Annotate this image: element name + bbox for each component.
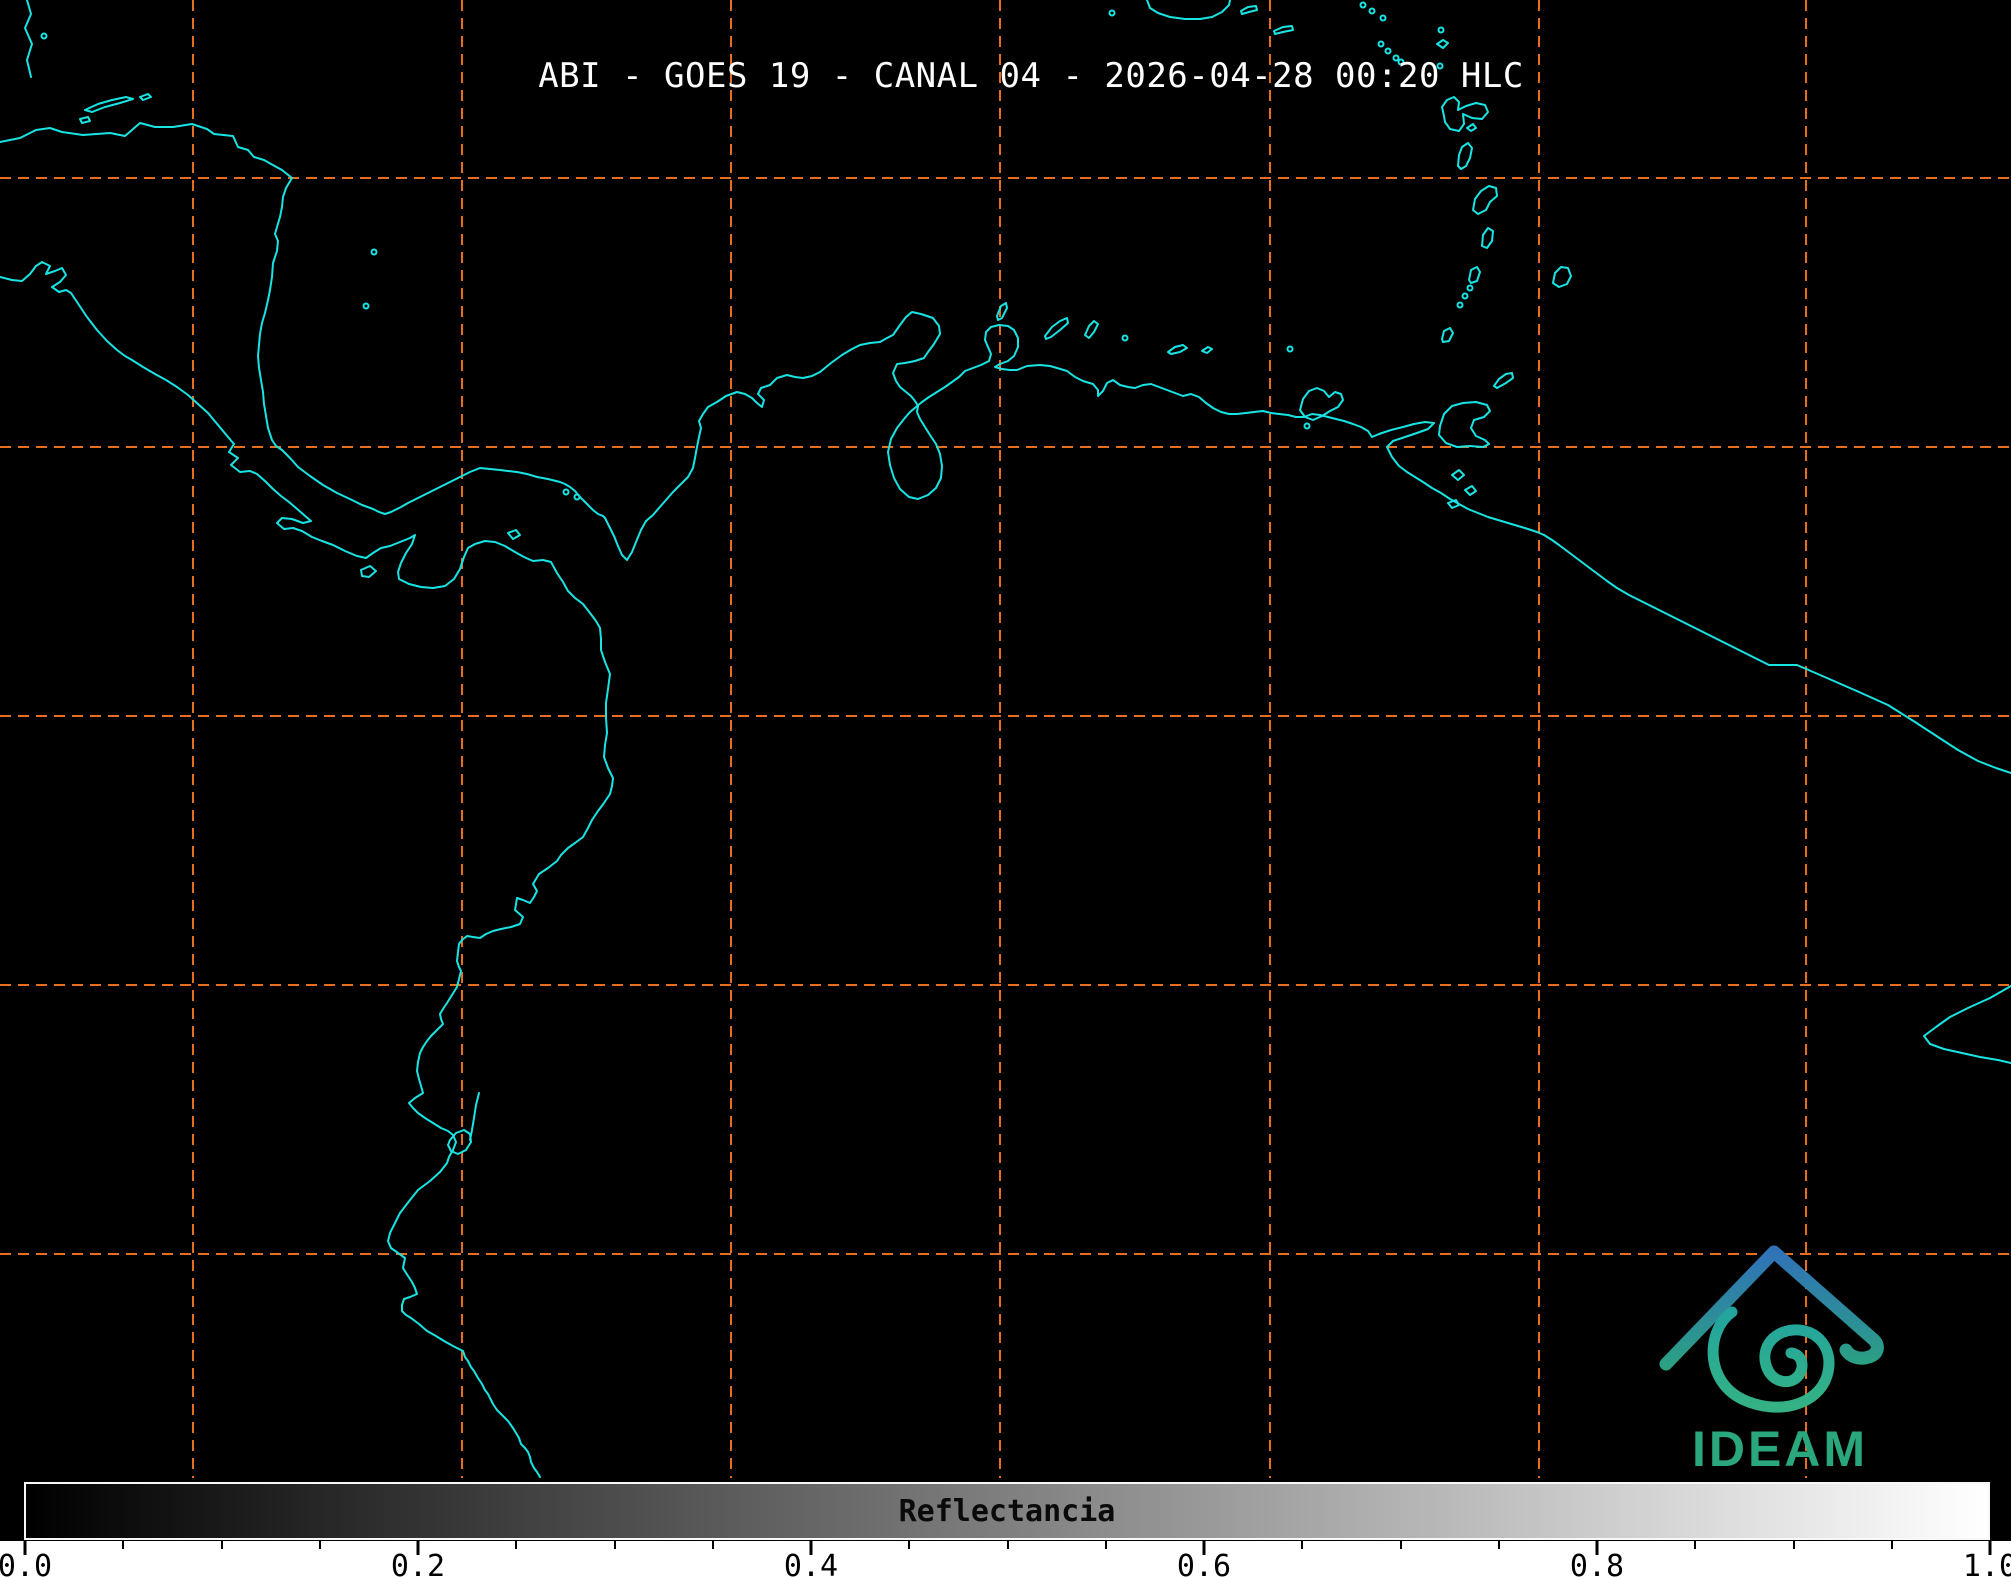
colorbar-tick xyxy=(613,1541,616,1549)
islet xyxy=(573,493,581,501)
coiba-island xyxy=(360,565,377,578)
islet xyxy=(40,32,48,40)
utila-island xyxy=(79,116,91,124)
colorbar-tick-label: 1.0 xyxy=(1962,1549,2011,1577)
colorbar-tick xyxy=(220,1541,223,1549)
la-orchila xyxy=(1201,346,1213,354)
islet xyxy=(1384,47,1392,55)
guayaquil-spit xyxy=(469,1092,480,1141)
colorbar-tick xyxy=(908,1541,911,1549)
colorbar-tick xyxy=(1006,1541,1009,1549)
islet xyxy=(1359,1,1367,9)
barbados-island xyxy=(1552,266,1572,288)
islet xyxy=(1368,7,1376,15)
belize-coast xyxy=(24,0,33,78)
aruba-island xyxy=(996,302,1008,321)
islet xyxy=(1456,301,1464,309)
colorbar-tick xyxy=(711,1541,714,1549)
antigua-island xyxy=(1436,39,1449,49)
tobago-island xyxy=(1493,372,1514,389)
islet xyxy=(370,248,378,256)
colorbar-tick xyxy=(1301,1541,1304,1549)
colorbar-tick xyxy=(1694,1541,1697,1549)
colorbar-tick xyxy=(1104,1541,1107,1549)
st-vincent-island xyxy=(1468,266,1481,284)
colorbar-tick-label: 0.2 xyxy=(390,1549,446,1577)
guadeloupe-island xyxy=(1441,96,1489,132)
colorbar-tick xyxy=(1890,1541,1893,1549)
colorbar-tick xyxy=(318,1541,321,1549)
vieques-island xyxy=(1240,5,1258,15)
colorbar-tick xyxy=(1792,1541,1795,1549)
colorbar-tick xyxy=(1497,1541,1500,1549)
st-lucia-island xyxy=(1481,227,1494,249)
colorbar-tick xyxy=(122,1541,125,1549)
islet xyxy=(1377,40,1385,48)
map-canvas: ABI - GOES 19 - CANAL 04 - 2026-04-28 00… xyxy=(0,0,2011,1541)
puerto-rico-coast xyxy=(1146,0,1231,20)
los-roques xyxy=(1167,344,1188,355)
islet xyxy=(1379,14,1387,22)
islet xyxy=(1461,292,1469,300)
islet xyxy=(1466,284,1474,292)
dominica-island xyxy=(1457,142,1473,170)
colorbar-tick-label: 0.0 xyxy=(0,1549,53,1577)
colorbar-axis-strip xyxy=(0,1541,2011,1577)
islet xyxy=(1108,9,1116,17)
satellite-image-viewer: ABI - GOES 19 - CANAL 04 - 2026-04-28 00… xyxy=(0,0,2011,1577)
page-title: ABI - GOES 19 - CANAL 04 - 2026-04-28 00… xyxy=(538,56,1524,96)
ideam-logo: IDEAM xyxy=(1659,1245,1884,1476)
colorbar-tick xyxy=(1399,1541,1402,1549)
colorbar-tick xyxy=(515,1541,518,1549)
st-croix-island xyxy=(1273,25,1294,35)
pearl-islands xyxy=(507,529,521,540)
islet xyxy=(1303,422,1311,430)
martinique-island xyxy=(1472,185,1498,215)
brazil-coast xyxy=(1923,985,2011,1064)
orinoco-delta-islet-1 xyxy=(1451,469,1465,481)
islet xyxy=(1437,26,1445,34)
islet xyxy=(362,302,370,310)
islet xyxy=(1121,334,1129,342)
guanaja-island xyxy=(139,93,152,101)
islet xyxy=(1286,345,1294,353)
roatan-island xyxy=(84,96,134,113)
islet xyxy=(562,488,570,496)
logo-spiral-icon xyxy=(1707,1306,1835,1413)
grenada-island xyxy=(1441,327,1454,343)
orinoco-delta-islet-2 xyxy=(1464,485,1477,496)
colorbar-tick-label: 0.6 xyxy=(1176,1549,1232,1577)
logo-text: IDEAM xyxy=(1692,1421,1868,1476)
colorbar-tick-label: 0.4 xyxy=(783,1549,839,1577)
trinidad-island xyxy=(1438,401,1491,448)
colorbar-tick-label: 0.8 xyxy=(1569,1549,1625,1577)
marie-galante-island xyxy=(1466,123,1477,132)
orinoco-delta-islet-3 xyxy=(1447,499,1460,509)
caribbean-mainland-honduras-to-guiana xyxy=(0,122,2011,774)
colorbar-label: Reflectancia xyxy=(898,1494,1116,1529)
pacific-mainland-fonseca-to-peru xyxy=(0,261,614,1478)
curacao-island xyxy=(1044,317,1069,340)
bonaire-island xyxy=(1084,320,1099,339)
